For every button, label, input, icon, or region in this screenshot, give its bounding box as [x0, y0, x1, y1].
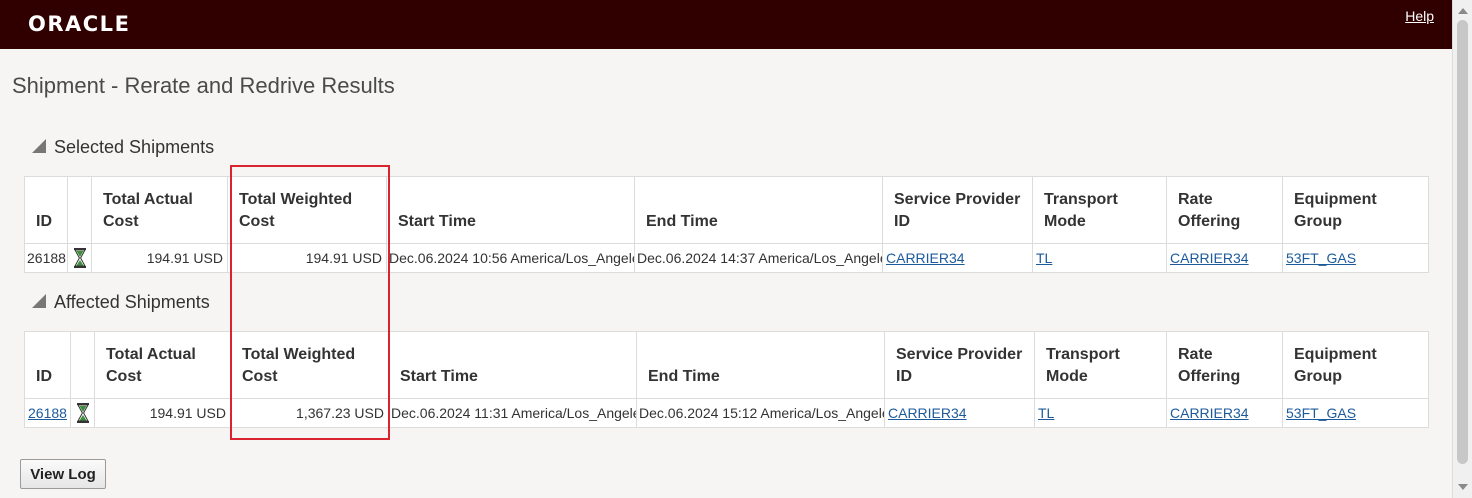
vertical-scrollbar[interactable] — [1452, 0, 1472, 498]
equipment-group-link[interactable]: 53FT_GAS — [1282, 398, 1429, 428]
column-header-end-time[interactable]: End Time — [634, 176, 883, 244]
scroll-down-arrow-icon[interactable] — [1458, 484, 1468, 490]
help-link[interactable]: Help — [1405, 8, 1434, 24]
transport-mode-link[interactable]: TL — [1034, 398, 1167, 428]
column-header-start-time[interactable]: Start Time — [386, 176, 635, 244]
selected-shipments-title: Selected Shipments — [54, 137, 215, 157]
highlight-box-weighted-cost — [230, 165, 390, 440]
column-header-service-provider-id[interactable]: Service Provider ID — [882, 176, 1033, 244]
column-header-status — [67, 176, 92, 244]
end-time: Dec.06.2024 15:12 America/Los_Angeles — [636, 398, 885, 428]
service-provider-link[interactable]: CARRIER34 — [884, 398, 1035, 428]
column-header-total-actual-cost[interactable]: Total Actual Cost — [91, 176, 228, 244]
total-actual-cost: 194.91 USD — [94, 398, 231, 428]
column-header-rate-offering[interactable]: Rate Offering — [1166, 331, 1283, 399]
oracle-logo: ORACLE — [28, 12, 131, 36]
collapse-triangle-icon[interactable] — [32, 139, 46, 154]
scrollbar-thumb[interactable] — [1457, 20, 1468, 464]
column-header-total-actual-cost[interactable]: Total Actual Cost — [94, 331, 231, 399]
view-log-button[interactable]: View Log — [20, 459, 106, 489]
start-time: Dec.06.2024 11:31 America/Los_Angeles — [388, 398, 637, 428]
shipment-id: 26188 — [24, 243, 68, 273]
collapse-triangle-icon[interactable] — [32, 294, 46, 309]
column-header-equipment-group[interactable]: Equipment Group — [1282, 176, 1429, 244]
column-header-id[interactable]: ID — [24, 331, 71, 399]
page-title: Shipment - Rerate and Redrive Results — [12, 73, 395, 98]
column-header-transport-mode[interactable]: Transport Mode — [1032, 176, 1167, 244]
service-provider-link[interactable]: CARRIER34 — [882, 243, 1033, 273]
column-header-status — [70, 331, 95, 399]
column-header-start-time[interactable]: Start Time — [388, 331, 637, 399]
hourglass-icon — [76, 403, 89, 423]
equipment-group-link[interactable]: 53FT_GAS — [1282, 243, 1429, 273]
column-header-end-time[interactable]: End Time — [636, 331, 885, 399]
column-header-transport-mode[interactable]: Transport Mode — [1034, 331, 1167, 399]
hourglass-icon — [73, 248, 86, 268]
start-time: Dec.06.2024 10:56 America/Los_Angeles — [386, 243, 635, 273]
column-header-rate-offering[interactable]: Rate Offering — [1166, 176, 1283, 244]
scroll-up-arrow-icon[interactable] — [1458, 8, 1468, 14]
end-time: Dec.06.2024 14:37 America/Los_Angeles — [634, 243, 883, 273]
total-actual-cost: 194.91 USD — [91, 243, 228, 273]
rate-offering-link[interactable]: CARRIER34 — [1166, 398, 1283, 428]
column-header-id[interactable]: ID — [24, 176, 68, 244]
shipment-id-link[interactable]: 26188 — [24, 398, 71, 428]
column-header-service-provider-id[interactable]: Service Provider ID — [884, 331, 1035, 399]
affected-shipments-header[interactable]: Affected Shipments — [32, 292, 210, 313]
affected-shipments-title: Affected Shipments — [54, 292, 210, 312]
selected-shipments-header[interactable]: Selected Shipments — [32, 137, 214, 158]
transport-mode-link[interactable]: TL — [1032, 243, 1167, 273]
header-bar: ORACLE Help — [0, 0, 1452, 49]
column-header-equipment-group[interactable]: Equipment Group — [1282, 331, 1429, 399]
rate-offering-link[interactable]: CARRIER34 — [1166, 243, 1283, 273]
